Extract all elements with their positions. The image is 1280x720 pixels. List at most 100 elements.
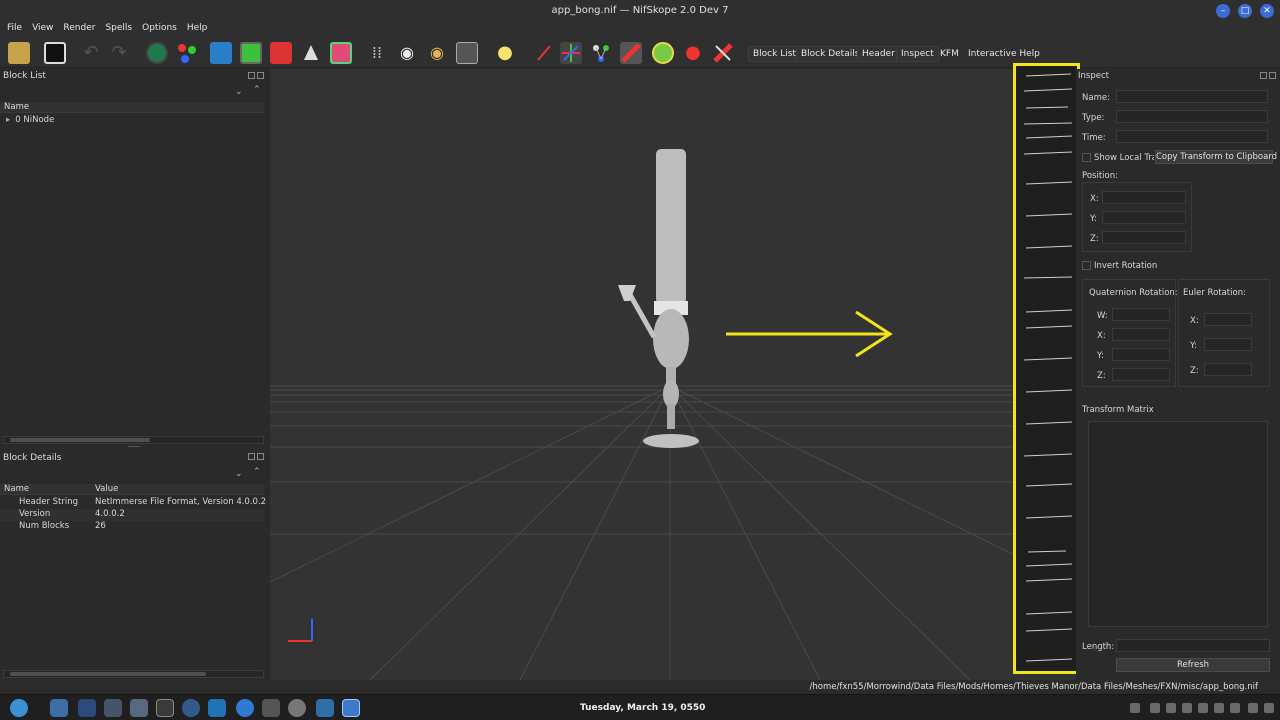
euler-x-field[interactable]	[1204, 313, 1252, 326]
undo-icon[interactable]: ↶	[80, 42, 102, 64]
copy-transform-button[interactable]: Copy Transform to Clipboard	[1155, 150, 1277, 164]
expand-icon[interactable]: ⌃	[253, 85, 261, 95]
app-launcher-icon[interactable]	[50, 699, 68, 717]
block-details-hscrollbar[interactable]	[3, 670, 264, 678]
menu-help[interactable]: Help	[182, 22, 213, 36]
time-field[interactable]	[1116, 130, 1268, 143]
scroll-thumb[interactable]	[10, 438, 150, 442]
quat-y-field[interactable]	[1112, 348, 1170, 361]
maximize-icon[interactable]: □	[1238, 4, 1252, 18]
tree-row[interactable]: ▸ 0 NiNode	[6, 115, 54, 127]
terminal-icon[interactable]	[104, 699, 122, 717]
nifskope-task-icon[interactable]	[342, 699, 360, 717]
tray-icon-1[interactable]	[1130, 703, 1140, 713]
menu-render[interactable]: Render	[58, 22, 100, 36]
screenshot-icon[interactable]	[456, 42, 478, 64]
block-details-toggle[interactable]: Block Details	[796, 46, 865, 62]
show-constraints-icon[interactable]	[620, 42, 642, 64]
tree-expand-icon[interactable]: ▸	[6, 115, 10, 125]
quat-z-field[interactable]	[1112, 368, 1170, 381]
browser-icon[interactable]	[236, 699, 254, 717]
redo-icon[interactable]: ↷	[108, 42, 130, 64]
name-column-label[interactable]: Name	[4, 484, 29, 494]
view-front-icon[interactable]	[240, 42, 262, 64]
kfm-toggle[interactable]: KFM	[935, 46, 964, 62]
invert-rotation-checkbox[interactable]	[1082, 261, 1091, 270]
tray-icon-4[interactable]	[1182, 703, 1192, 713]
close-panel-icon[interactable]	[257, 453, 264, 460]
table-row[interactable]: Num Blocks 26	[0, 521, 264, 533]
system-monitor-icon[interactable]	[156, 699, 174, 717]
lightbulb-icon[interactable]: ●	[494, 42, 516, 64]
select-object-icon[interactable]	[146, 42, 168, 64]
render-viewport[interactable]	[270, 69, 1078, 680]
close-icon[interactable]: ✕	[1260, 4, 1274, 18]
name-field[interactable]	[1116, 90, 1268, 103]
block-list-toggle[interactable]: Block List	[748, 46, 801, 62]
menu-options[interactable]: Options	[137, 22, 182, 36]
float-panel-icon[interactable]	[1260, 72, 1267, 79]
start-menu-icon[interactable]	[10, 699, 28, 717]
euler-y-field[interactable]	[1204, 338, 1252, 351]
show-axes-icon[interactable]	[534, 42, 556, 64]
block-list-hscrollbar[interactable]	[3, 436, 264, 444]
save-icon[interactable]	[44, 42, 66, 64]
view-side-icon[interactable]	[270, 42, 292, 64]
clock[interactable]: Tuesday, March 19, 0550	[580, 703, 705, 713]
float-panel-icon[interactable]	[248, 72, 255, 79]
minimize-icon[interactable]: –	[1216, 4, 1230, 18]
tray-icon-2[interactable]	[1150, 703, 1160, 713]
tray-icon-5[interactable]	[1198, 703, 1208, 713]
scroll-thumb[interactable]	[10, 672, 206, 676]
close-panel-icon[interactable]	[1269, 72, 1276, 79]
position-z-field[interactable]	[1102, 231, 1186, 244]
menu-view[interactable]: View	[27, 22, 58, 36]
tray-icon-8[interactable]	[1248, 703, 1258, 713]
position-y-field[interactable]	[1102, 211, 1186, 224]
steam-icon[interactable]	[182, 699, 200, 717]
menu-spells[interactable]: Spells	[100, 22, 137, 36]
name-column-header[interactable]: Name	[0, 102, 264, 113]
expand-icon[interactable]: ⌃	[253, 467, 261, 477]
collapse-icon[interactable]: ⌄	[235, 87, 243, 97]
close-panel-icon[interactable]	[257, 72, 264, 79]
inspect-toggle[interactable]: Inspect	[896, 46, 939, 62]
location-pin-icon[interactable]: ●	[682, 42, 704, 64]
game-icon[interactable]	[288, 699, 306, 717]
interactive-help-toggle[interactable]: Interactive Help	[963, 46, 1045, 62]
eye-flip-icon[interactable]: ◉	[426, 42, 448, 64]
show-markers-icon[interactable]	[652, 42, 674, 64]
quat-w-field[interactable]	[1112, 308, 1170, 321]
select-vertex-icon[interactable]	[176, 42, 198, 64]
table-row[interactable]: Version 4.0.0.2	[0, 509, 264, 521]
text-editor-icon[interactable]	[130, 699, 148, 717]
footsteps-icon[interactable]: ⁞⁞	[366, 42, 388, 64]
open-folder-icon[interactable]	[8, 42, 30, 64]
float-panel-icon[interactable]	[248, 453, 255, 460]
quat-x-field[interactable]	[1112, 328, 1170, 341]
settings-icon[interactable]	[208, 699, 226, 717]
view-walk-icon[interactable]	[300, 42, 322, 64]
hide-all-icon[interactable]	[712, 42, 734, 64]
type-field[interactable]	[1116, 110, 1268, 123]
blender-icon[interactable]	[316, 699, 334, 717]
files-icon[interactable]	[78, 699, 96, 717]
view-perspective-icon[interactable]	[330, 42, 352, 64]
splitter-handle[interactable]	[128, 446, 140, 447]
position-x-field[interactable]	[1102, 191, 1186, 204]
view-top-icon[interactable]	[210, 42, 232, 64]
table-row[interactable]: Header String NetImmerse File Format, Ve…	[0, 497, 266, 509]
tray-icon-7[interactable]	[1230, 703, 1240, 713]
show-local-checkbox[interactable]	[1082, 153, 1091, 162]
show-collision-icon[interactable]	[590, 42, 612, 64]
euler-z-field[interactable]	[1204, 363, 1252, 376]
tray-icon-6[interactable]	[1214, 703, 1224, 713]
inkscape-icon[interactable]	[262, 699, 280, 717]
show-nodes-icon[interactable]	[560, 42, 582, 64]
menu-file[interactable]: File	[2, 22, 27, 36]
eye-icon[interactable]: ◉	[396, 42, 418, 64]
tray-icon-3[interactable]	[1166, 703, 1176, 713]
header-toggle[interactable]: Header	[857, 46, 900, 62]
refresh-button[interactable]: Refresh	[1116, 658, 1270, 672]
collapse-icon[interactable]: ⌄	[235, 469, 243, 479]
